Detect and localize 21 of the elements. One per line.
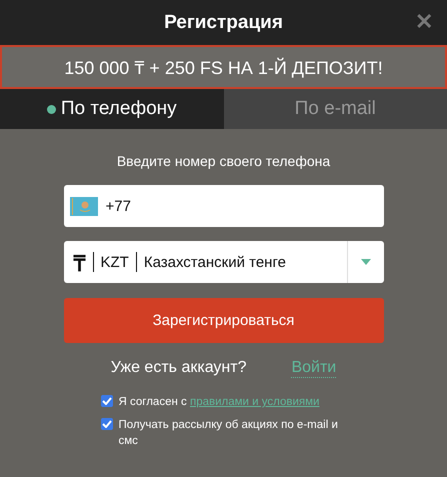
phone-field[interactable]: +77: [64, 185, 384, 227]
checkbox-label: Получать рассылку об акциях по e-mail и смс: [118, 418, 339, 449]
checkbox[interactable]: [100, 395, 112, 407]
terms-link[interactable]: правилами и условиями: [190, 396, 320, 408]
login-link[interactable]: Войти: [291, 359, 336, 378]
tab[interactable]: По телефону: [0, 89, 224, 129]
checkbox[interactable]: [100, 418, 112, 430]
window-title: Регистрация: [164, 12, 283, 34]
promo-banner: 150 000 ₸ + 250 FS НА 1-Й ДЕПОЗИТ!: [0, 45, 447, 89]
dropdown-arrow-icon: [360, 259, 370, 265]
prompt-text: Введите номер своего телефона: [116, 153, 330, 169]
checkbox-label: Я согласен с правилами и условиями: [118, 395, 320, 410]
login-question: Уже есть аккаунт?: [110, 359, 246, 378]
flag-icon: [70, 196, 98, 216]
currency-symbol: ₸: [74, 250, 86, 277]
currency-name: Казахстанский тенге: [144, 254, 286, 270]
close-button[interactable]: ✕: [415, 9, 433, 35]
register-button[interactable]: Зарегистрироваться: [64, 298, 384, 343]
currency-code: KZT: [100, 254, 129, 270]
tab[interactable]: По e-mail: [224, 89, 447, 129]
currency-select[interactable]: ₸ KZT Казахстанский тенге: [64, 241, 384, 283]
